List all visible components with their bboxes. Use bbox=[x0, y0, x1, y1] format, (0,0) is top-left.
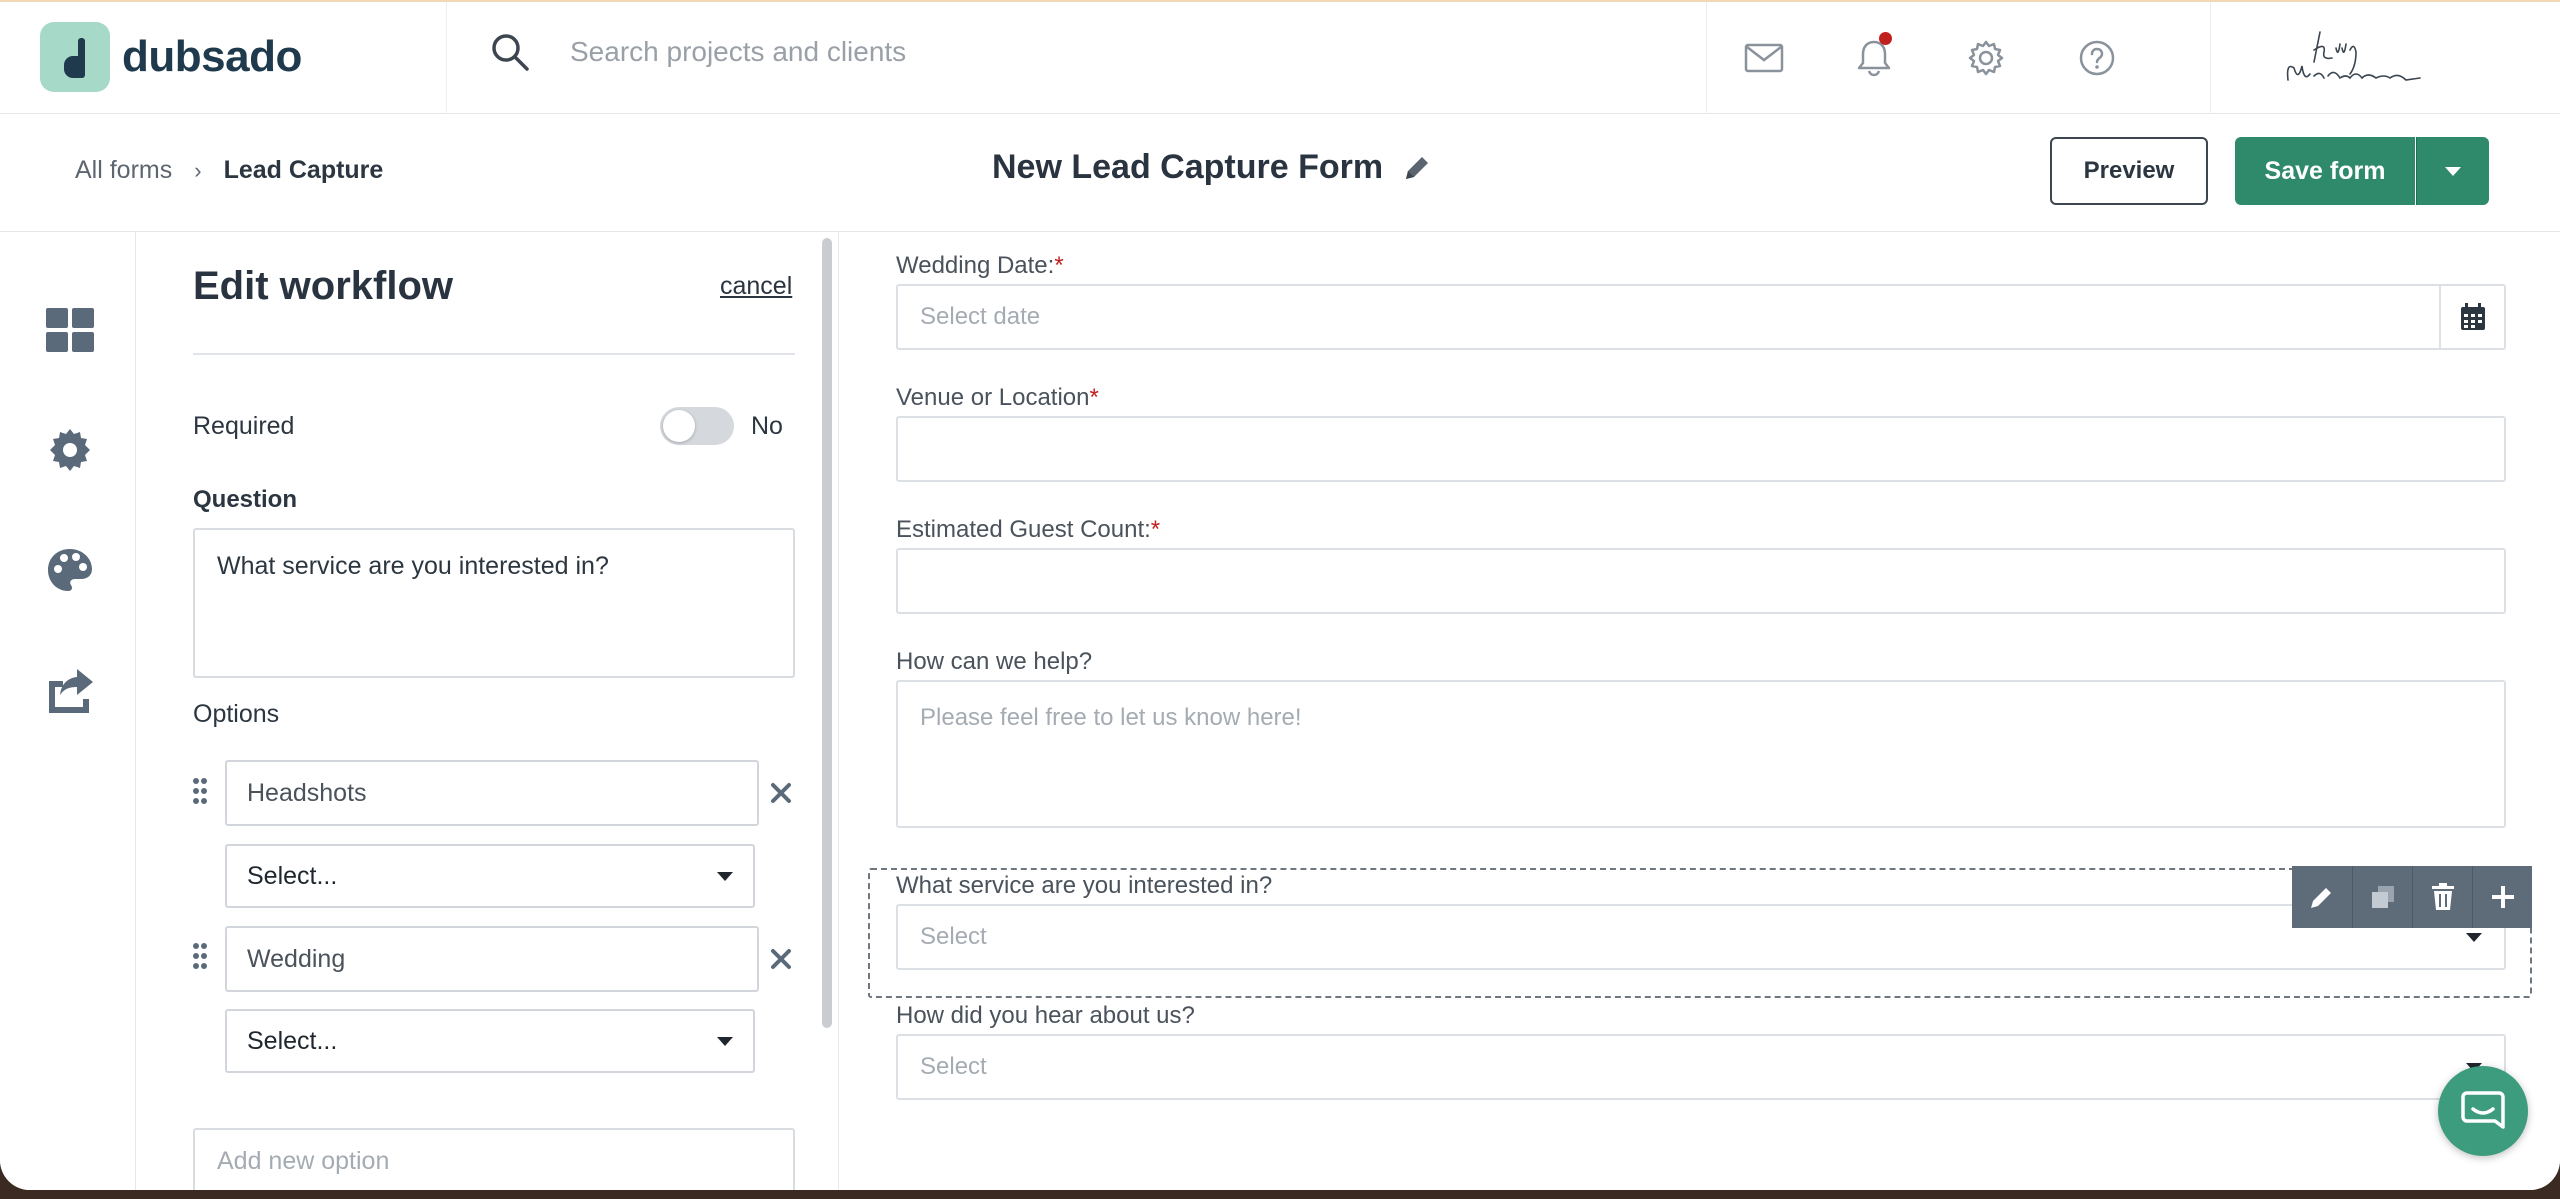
form-title: New Lead Capture Form bbox=[992, 148, 1433, 187]
palette-icon[interactable] bbox=[44, 544, 96, 596]
option-workflow-select[interactable]: Select... bbox=[225, 1009, 755, 1073]
preview-button[interactable]: Preview bbox=[2050, 137, 2208, 205]
edit-title-pencil-icon[interactable] bbox=[1401, 152, 1433, 184]
gear-icon[interactable] bbox=[1966, 38, 2006, 78]
search-bar[interactable]: Search projects and clients bbox=[490, 32, 906, 72]
search-icon bbox=[492, 34, 529, 71]
trash-icon[interactable] bbox=[2412, 866, 2472, 928]
remove-option-icon[interactable] bbox=[769, 781, 793, 805]
venue-input[interactable] bbox=[896, 416, 2506, 482]
field-label-guest-count: Estimated Guest Count:* bbox=[896, 516, 1161, 543]
left-sidebar bbox=[0, 232, 136, 1190]
help-textarea[interactable]: Please feel free to let us know here! bbox=[896, 680, 2506, 828]
dashboard-icon[interactable] bbox=[44, 304, 96, 356]
add-option-input[interactable]: Add new option bbox=[193, 1128, 795, 1190]
divider bbox=[2210, 2, 2211, 116]
question-textarea[interactable]: What service are you interested in? bbox=[193, 528, 795, 678]
logo-mark-icon bbox=[40, 22, 110, 92]
search-input[interactable]: Search projects and clients bbox=[570, 36, 906, 68]
divider bbox=[446, 2, 447, 116]
option-input[interactable]: Wedding bbox=[225, 926, 759, 992]
service-select-value: Select bbox=[920, 923, 987, 950]
app-window: dubsado Search projects and clients All … bbox=[0, 0, 2560, 1190]
add-icon[interactable] bbox=[2472, 866, 2532, 928]
field-label-service: What service are you interested in? bbox=[896, 872, 1273, 899]
top-bar: dubsado Search projects and clients bbox=[0, 0, 2560, 116]
panel-scrollbar[interactable] bbox=[822, 238, 832, 1028]
referral-select-value: Select bbox=[920, 1053, 987, 1080]
divider bbox=[193, 353, 795, 355]
notification-dot bbox=[1879, 32, 1892, 45]
caret-down-icon bbox=[2466, 932, 2482, 942]
save-form-button[interactable]: Save form bbox=[2235, 137, 2415, 205]
field-label-wedding-date: Wedding Date:* bbox=[896, 252, 1064, 279]
referral-select[interactable]: Select bbox=[896, 1034, 2506, 1100]
option-workflow-select[interactable]: Select... bbox=[225, 844, 755, 908]
field-label-referral: How did you hear about us? bbox=[896, 1002, 1195, 1029]
form-canvas: Wedding Date:* Select date Venue or Loca… bbox=[840, 232, 2560, 1190]
chevron-down-icon bbox=[2445, 167, 2461, 176]
required-toggle-value: No bbox=[751, 412, 783, 440]
cancel-link[interactable]: cancel bbox=[720, 272, 792, 301]
form-header-bar: All forms › Lead Capture New Lead Captur… bbox=[0, 114, 2560, 232]
drag-handle-icon[interactable] bbox=[192, 777, 208, 805]
calendar-button[interactable] bbox=[2439, 284, 2506, 350]
breadcrumb: All forms › Lead Capture bbox=[75, 156, 383, 185]
wedding-date-input[interactable]: Select date bbox=[896, 284, 2441, 350]
field-toolbar bbox=[2292, 866, 2532, 928]
caret-down-icon bbox=[717, 871, 733, 881]
divider bbox=[1706, 2, 1707, 116]
bell-icon[interactable] bbox=[1854, 32, 1894, 78]
guest-count-input[interactable] bbox=[896, 548, 2506, 614]
chat-support-button[interactable] bbox=[2438, 1066, 2528, 1156]
option-workflow-select-value: Select... bbox=[247, 861, 338, 890]
toggle-knob bbox=[663, 410, 695, 442]
breadcrumb-separator: › bbox=[194, 157, 202, 183]
share-icon[interactable] bbox=[44, 664, 96, 716]
option-input[interactable]: Headshots bbox=[225, 760, 759, 826]
caret-down-icon bbox=[717, 1036, 733, 1046]
required-toggle[interactable] bbox=[660, 407, 734, 445]
breadcrumb-all-forms[interactable]: All forms bbox=[75, 156, 172, 185]
field-label-help: How can we help? bbox=[896, 648, 1093, 675]
dubsado-logo[interactable]: dubsado bbox=[40, 22, 302, 92]
save-options-dropdown[interactable] bbox=[2416, 137, 2489, 205]
panel-title: Edit workflow bbox=[193, 264, 453, 308]
logo-text: dubsado bbox=[122, 32, 302, 81]
edit-workflow-panel: Edit workflow cancel Required No Questio… bbox=[137, 232, 839, 1190]
edit-icon[interactable] bbox=[2292, 866, 2352, 928]
settings-icon[interactable] bbox=[44, 424, 96, 476]
mail-icon[interactable] bbox=[1744, 38, 1784, 78]
question-label: Question bbox=[193, 486, 298, 513]
service-select[interactable]: Select bbox=[896, 904, 2506, 970]
required-label: Required bbox=[193, 412, 295, 440]
options-label: Options bbox=[193, 700, 280, 728]
option-workflow-select-value: Select... bbox=[247, 1026, 338, 1055]
remove-option-icon[interactable] bbox=[769, 947, 793, 971]
duplicate-icon[interactable] bbox=[2352, 866, 2412, 928]
field-label-venue: Venue or Location* bbox=[896, 384, 1099, 411]
drag-handle-icon[interactable] bbox=[192, 942, 208, 970]
form-title-text: New Lead Capture Form bbox=[992, 148, 1384, 186]
user-signature-avatar[interactable] bbox=[2280, 22, 2440, 98]
breadcrumb-current: Lead Capture bbox=[223, 156, 384, 184]
help-icon[interactable] bbox=[2077, 38, 2117, 78]
calendar-icon bbox=[2460, 303, 2485, 330]
chat-icon bbox=[2461, 1091, 2505, 1129]
